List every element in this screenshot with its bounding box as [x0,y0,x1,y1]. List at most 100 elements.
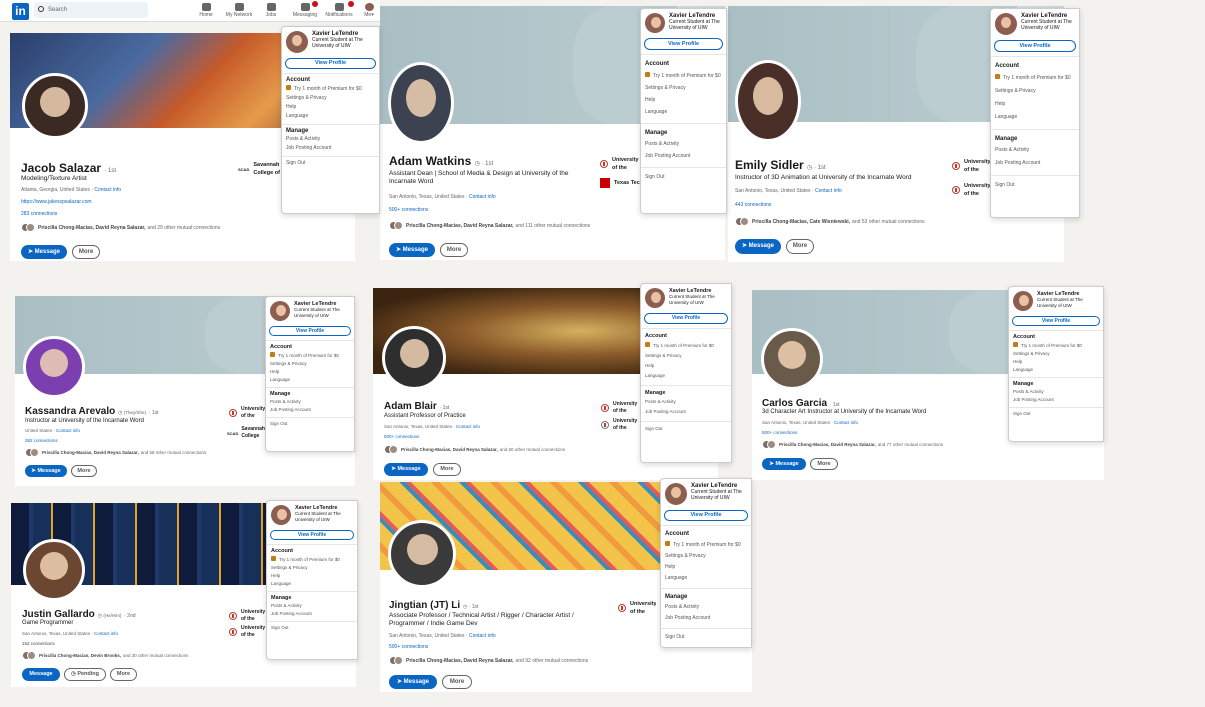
contact-info-link[interactable]: Contact info [94,187,121,193]
website-link[interactable]: https://www.jakesvpsalazar.com [21,199,92,205]
menu-jobs[interactable]: Job Posting Account [286,145,375,151]
menu-premium[interactable]: Try 1 month of Premium for $0 [1013,342,1099,348]
connections-count[interactable]: 152 connections [22,641,55,646]
nav-my-network[interactable]: My Network [222,0,256,22]
menu-premium[interactable]: Try 1 month of Premium for $0 [645,72,722,79]
menu-posts[interactable]: Posts & Activity [645,399,727,404]
nav-home[interactable]: Home [196,0,216,22]
connections-count[interactable]: 500+ connections [762,430,797,435]
more-button[interactable]: More [786,239,814,254]
menu-language[interactable]: Language [270,377,350,382]
menu-help[interactable]: Help [271,573,353,578]
menu-posts[interactable]: Posts & Activity [1013,389,1099,394]
search-input[interactable]: Search [34,2,148,18]
connections-count[interactable]: 500+ connections [384,434,419,439]
menu-posts[interactable]: Posts & Activity [286,136,375,142]
menu-language[interactable]: Language [665,575,747,581]
menu-settings[interactable]: Settings & Privacy [995,88,1075,94]
menu-posts[interactable]: Posts & Activity [645,141,722,147]
menu-signout[interactable]: Sign Out [665,634,747,640]
contact-info-link[interactable]: Contact info [456,424,480,429]
menu-signout[interactable]: Sign Out [645,174,722,180]
contact-info-link[interactable]: Contact info [469,633,496,639]
menu-settings[interactable]: Settings & Privacy [1013,351,1099,356]
message-button[interactable]: ➤ Message [762,458,806,470]
contact-info-link[interactable]: Contact info [815,188,842,194]
message-button[interactable]: ➤ Message [389,243,435,257]
menu-settings[interactable]: Settings & Privacy [271,565,353,570]
profile-photo[interactable] [22,73,88,139]
connections-count[interactable]: 443 connections [735,202,771,208]
nav-notifications[interactable]: Notifications [322,0,356,22]
profile-photo[interactable] [382,326,446,390]
more-button[interactable]: More [442,675,472,689]
view-profile-button[interactable]: View Profile [1012,316,1100,326]
view-profile-button[interactable]: View Profile [664,510,748,521]
menu-language[interactable]: Language [1013,367,1099,372]
menu-jobs[interactable]: Job Posting Account [995,160,1075,166]
menu-help[interactable]: Help [286,104,375,110]
mutual-connections[interactable]: Priscilla Chong-Macias, David Reyna Sala… [384,445,565,454]
nav-jobs[interactable]: Jobs [262,0,280,22]
profile-photo[interactable] [735,60,801,142]
view-profile-button[interactable]: View Profile [269,326,351,336]
mutual-connections[interactable]: Priscilla Chong-Macias, Cate Wisniewski,… [735,217,925,226]
menu-jobs[interactable]: Job Posting Account [270,407,350,412]
linkedin-logo[interactable]: in [12,3,29,20]
contact-info-link[interactable]: Contact info [94,631,118,636]
menu-signout[interactable]: Sign Out [1013,411,1099,416]
menu-jobs[interactable]: Job Posting Account [1013,397,1099,402]
profile-photo[interactable] [23,336,85,398]
message-button[interactable]: ➤ Message [21,245,67,259]
view-profile-button[interactable]: View Profile [270,530,354,540]
menu-settings[interactable]: Settings & Privacy [270,361,350,366]
connections-count[interactable]: 500+ connections [389,644,428,650]
contact-info-link[interactable]: Contact info [469,194,496,200]
menu-help[interactable]: Help [645,97,722,103]
menu-help[interactable]: Help [665,564,747,570]
message-button[interactable]: ➤ Message [389,675,437,689]
menu-jobs[interactable]: Job Posting Account [645,409,727,414]
profile-photo[interactable] [23,539,85,601]
menu-help[interactable]: Help [1013,359,1099,364]
menu-help[interactable]: Help [995,101,1075,107]
menu-help[interactable]: Help [270,369,350,374]
menu-settings[interactable]: Settings & Privacy [645,85,722,91]
menu-jobs[interactable]: Job Posting Account [665,615,747,621]
more-button[interactable]: More [440,243,468,257]
profile-photo[interactable] [388,520,456,588]
menu-signout[interactable]: Sign Out [271,625,353,630]
connections-count[interactable]: 382 connections [25,438,58,443]
menu-language[interactable]: Language [271,581,353,586]
mutual-connections[interactable]: Priscilla Chong-Macias, David Reyna Sala… [21,223,220,232]
mutual-connections[interactable]: Priscilla Chong-Macias, David Reyna Sala… [389,656,588,665]
menu-signout[interactable]: Sign Out [995,182,1075,188]
contact-info-link[interactable]: Contact info [56,428,80,433]
more-button[interactable]: More [72,245,100,259]
contact-info-link[interactable]: Contact info [834,420,858,425]
menu-language[interactable]: Language [645,373,727,378]
mutual-connections[interactable]: Priscilla Chong-Macias, David Reyna Sala… [389,221,590,230]
menu-language[interactable]: Language [286,113,375,119]
more-button[interactable]: More [810,458,838,470]
menu-premium[interactable]: Try 1 month of Premium for $0 [665,541,747,548]
menu-premium[interactable]: Try 1 month of Premium for $0 [995,74,1075,81]
menu-settings[interactable]: Settings & Privacy [286,95,375,101]
view-profile-button[interactable]: View Profile [285,58,376,69]
message-button[interactable]: ➤ Message [735,239,781,254]
menu-premium[interactable]: Try 1 month of Premium for $0 [286,85,375,92]
menu-language[interactable]: Language [645,109,722,115]
connections-count[interactable]: 500+ connections [389,207,428,213]
view-profile-button[interactable]: View Profile [994,40,1076,52]
menu-settings[interactable]: Settings & Privacy [645,353,727,358]
menu-premium[interactable]: Try 1 month of Premium for $0 [271,556,353,562]
pending-button[interactable]: ◷ Pending [64,668,106,681]
message-button[interactable]: ➤ Message [384,463,428,476]
more-button[interactable]: More [433,463,461,476]
message-button[interactable]: Message [22,668,60,681]
nav-me[interactable]: Me▾ [360,0,378,22]
mutual-connections[interactable]: Priscilla Chong-Macias, Devin Brooks, and… [22,651,188,660]
menu-jobs[interactable]: Job Posting Account [271,611,353,616]
menu-signout[interactable]: Sign Out [286,160,375,166]
message-button[interactable]: ➤ Message [25,465,67,477]
